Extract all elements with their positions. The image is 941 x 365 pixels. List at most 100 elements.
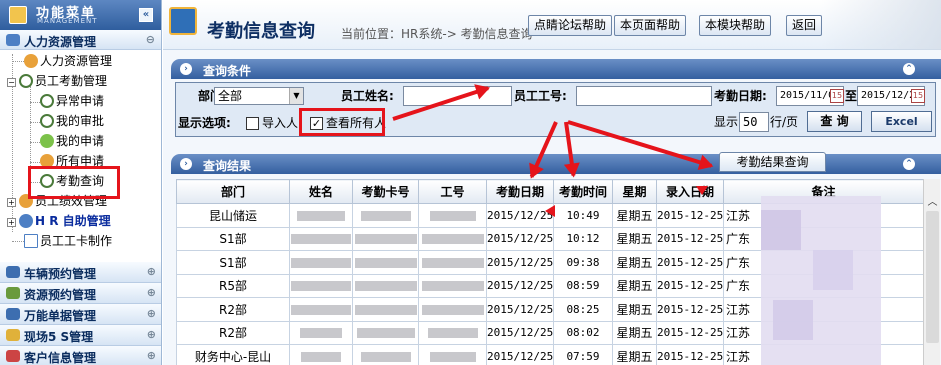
tree-item-hr-self[interactable]: + H R 自助管理	[7, 213, 111, 229]
group-5s[interactable]: 现场5 S管理 ⊕	[0, 325, 161, 346]
tree-item-my-request[interactable]: 我的申请	[40, 133, 104, 149]
collapse-group-icon[interactable]: ⊖	[146, 33, 155, 46]
redacted-cell	[418, 297, 487, 322]
customer-icon	[6, 350, 20, 362]
header-decoration	[821, 0, 941, 50]
document-icon	[6, 308, 20, 320]
name-label: 员工姓名:	[341, 89, 394, 103]
rows-per-page-input[interactable]: 50	[739, 112, 769, 132]
redacted-cell	[289, 320, 353, 345]
section-bullet-icon: ›	[180, 158, 192, 170]
clock-icon	[19, 74, 33, 88]
collapse-node-icon[interactable]: −	[7, 78, 16, 87]
dept-select[interactable]: 全部 ▼	[214, 87, 304, 105]
redacted-cell	[418, 320, 487, 345]
col-header[interactable]: 部门	[176, 179, 290, 204]
card-icon	[24, 234, 38, 248]
col-header[interactable]: 考勤卡号	[352, 179, 419, 204]
broom-icon	[6, 329, 20, 341]
expand-group-icon[interactable]: ⊕	[147, 349, 156, 362]
date-to-label: 至	[845, 89, 858, 103]
redacted-cell	[352, 250, 419, 275]
section-bullet-icon: ›	[180, 63, 192, 75]
redacted-cell	[289, 273, 353, 298]
redacted-cell	[289, 344, 353, 365]
redacted-cell	[289, 297, 353, 322]
tab-attendance-result[interactable]: 考勤结果查询	[719, 152, 826, 172]
chevron-down-icon: ▼	[289, 88, 303, 104]
group-resource[interactable]: 资源预约管理 ⊕	[0, 283, 161, 304]
redacted-cell	[352, 226, 419, 251]
col-header[interactable]: 工号	[418, 179, 487, 204]
page-help-button[interactable]: 本页面帮助	[614, 15, 687, 36]
people-icon	[24, 54, 38, 68]
group-vehicle[interactable]: 车辆预约管理 ⊕	[0, 262, 161, 283]
module-help-button[interactable]: 本模块帮助	[699, 15, 772, 36]
redacted-cell	[418, 250, 487, 275]
redacted-cell	[352, 203, 419, 228]
checklist-icon	[6, 287, 20, 299]
collapse-button[interactable]: «	[139, 8, 153, 22]
expand-group-icon[interactable]: ⊕	[147, 328, 156, 341]
sidebar-subtitle: MANAGEMENT	[37, 17, 98, 25]
highlight-box-view-all	[299, 108, 385, 136]
expand-node-icon[interactable]: +	[7, 218, 16, 227]
redacted-cell	[352, 273, 419, 298]
annotation-pointer	[545, 205, 555, 217]
page-logo-icon	[169, 7, 197, 35]
redacted-cell	[352, 297, 419, 322]
expand-node-icon[interactable]: +	[7, 198, 16, 207]
back-button[interactable]: 返回	[786, 15, 823, 36]
redacted-cell	[418, 226, 487, 251]
col-header[interactable]: 录入日期	[656, 179, 724, 204]
tree-item-approval[interactable]: 我的审批	[40, 113, 104, 129]
redacted-cell	[418, 344, 487, 365]
search-button[interactable]: 查 询	[807, 111, 862, 132]
table-scrollbar[interactable]: ︿	[923, 179, 940, 365]
page-title: 考勤信息查询	[207, 21, 315, 42]
tree-item-attendance[interactable]: − 员工考勤管理	[7, 73, 107, 89]
sidebar: 功能菜单 MANAGEMENT « 人力资源管理 ⊖ 人力资源管理 − 员工考勤管…	[0, 0, 162, 365]
clock-icon	[40, 94, 54, 108]
query-panel: 部门: 全部 ▼ 员工姓名: 员工工号: 考勤日期: 2015/11/01 15 …	[175, 82, 936, 137]
people-icon	[6, 34, 20, 46]
redacted-cell	[418, 203, 487, 228]
sidebar-header: 功能菜单 MANAGEMENT «	[0, 0, 161, 30]
sort-desc-icon[interactable]	[696, 186, 708, 195]
redacted-cell	[289, 203, 353, 228]
expand-group-icon[interactable]: ⊕	[147, 307, 156, 320]
rows-suffix-label: 行/页	[770, 115, 799, 129]
expand-group-icon[interactable]: ⊕	[147, 286, 156, 299]
calendar-icon[interactable]: 15	[830, 89, 844, 103]
scrollbar-thumb[interactable]	[926, 211, 939, 343]
col-header-date[interactable]: 考勤日期	[486, 179, 554, 204]
collapse-section-icon[interactable]: ⌃	[903, 158, 915, 170]
redacted-cell	[418, 273, 487, 298]
expand-group-icon[interactable]: ⊕	[147, 265, 156, 278]
group-hr[interactable]: 人力资源管理 ⊖	[0, 30, 161, 50]
redacted-cell	[352, 344, 419, 365]
privacy-mosaic	[773, 300, 813, 340]
group-customer[interactable]: 客户信息管理 ⊕	[0, 346, 161, 365]
calendar-icon[interactable]: 15	[911, 89, 925, 103]
import-checkbox[interactable]	[246, 117, 259, 130]
tree-item-badge[interactable]: 员工工卡制作	[24, 233, 112, 249]
query-section-bar: › 查询条件 ⌃	[171, 59, 941, 79]
privacy-mosaic	[761, 210, 801, 250]
forum-help-button[interactable]: 点睛论坛帮助	[528, 15, 613, 36]
tree-item-hr[interactable]: 人力资源管理	[24, 53, 112, 69]
user-icon	[40, 134, 54, 148]
col-header[interactable]: 星期	[612, 179, 657, 204]
empno-input[interactable]	[576, 86, 712, 106]
col-header[interactable]: 考勤时间	[553, 179, 613, 204]
redacted-cell	[352, 320, 419, 345]
show-label: 显示	[714, 115, 739, 129]
col-header[interactable]: 姓名	[289, 179, 353, 204]
group-documents[interactable]: 万能单据管理 ⊕	[0, 304, 161, 325]
car-icon	[6, 266, 20, 278]
excel-button[interactable]: Excel	[871, 111, 932, 132]
collapse-section-icon[interactable]: ⌃	[903, 63, 915, 75]
menu-tree: 人力资源管理 − 员工考勤管理 异常申请 我的审批 我的申请 所有申请 考勤查询 …	[0, 50, 161, 268]
scroll-up-icon[interactable]: ︿	[925, 193, 940, 208]
tree-item-exception[interactable]: 异常申请	[40, 93, 104, 109]
